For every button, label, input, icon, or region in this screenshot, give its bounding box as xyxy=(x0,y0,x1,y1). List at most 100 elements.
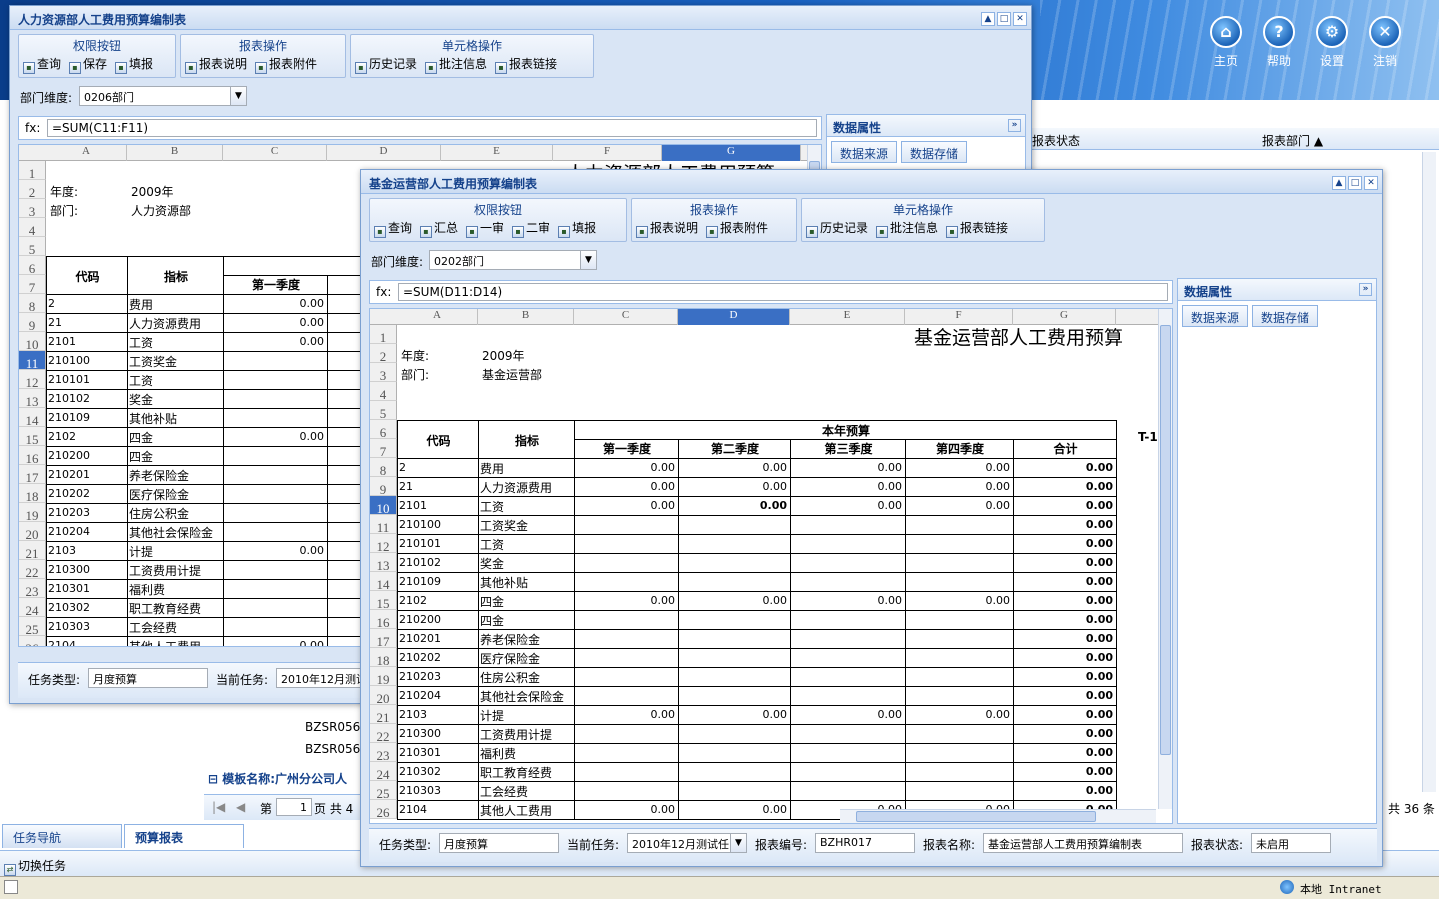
column-header[interactable]: A xyxy=(397,309,478,325)
report-name-field[interactable]: 基金运营部人工费用预算编制表 xyxy=(983,833,1183,853)
row-header[interactable]: 17 xyxy=(19,465,46,485)
row-q1-value[interactable]: 0.00 xyxy=(223,297,327,310)
maximize-icon[interactable]: □ xyxy=(997,12,1011,26)
prev-page-icon[interactable]: ◀ xyxy=(236,800,245,814)
row-total-value[interactable]: 0.00 xyxy=(1013,461,1116,474)
row-header[interactable]: 17 xyxy=(370,629,397,649)
row-total-value[interactable]: 0.00 xyxy=(1013,480,1116,493)
column-header[interactable]: E xyxy=(790,309,905,325)
row-total-value[interactable]: 0.00 xyxy=(1013,537,1116,550)
minimize-icon[interactable]: ▲ xyxy=(981,12,995,26)
toolbar-button[interactable]: ▪ 汇总 xyxy=(420,219,458,238)
background-list-scrollbar[interactable] xyxy=(1422,152,1436,792)
row-header[interactable]: 25 xyxy=(19,617,46,637)
toolbar-button[interactable]: ▪ 报表链接 xyxy=(946,219,1008,238)
row-header[interactable]: 18 xyxy=(370,648,397,668)
row-header[interactable]: 19 xyxy=(19,503,46,523)
row-quarter-value[interactable]: 0.00 xyxy=(678,480,790,493)
row-quarter-value[interactable]: 0.00 xyxy=(790,461,905,474)
row-header[interactable]: 22 xyxy=(19,560,46,580)
row-quarter-value[interactable]: 0.00 xyxy=(574,594,678,607)
row-total-value[interactable]: 0.00 xyxy=(1013,708,1116,721)
row-header[interactable]: 8 xyxy=(19,294,46,314)
tab-budget-report[interactable]: 预算报表 xyxy=(124,824,244,848)
row-header[interactable]: 8 xyxy=(370,458,397,478)
row-header[interactable]: 11 xyxy=(19,351,46,371)
row-header[interactable]: 14 xyxy=(370,572,397,592)
row-total-value[interactable]: 0.00 xyxy=(1013,518,1116,531)
column-header[interactable]: A xyxy=(46,145,127,161)
close-icon[interactable]: ✕ xyxy=(1013,12,1027,26)
row-header[interactable]: 13 xyxy=(370,553,397,573)
scrollbar-thumb[interactable] xyxy=(856,811,1096,822)
collapse-icon[interactable]: » xyxy=(1359,283,1372,296)
row-total-value[interactable]: 0.00 xyxy=(1013,784,1116,797)
row-header[interactable]: 12 xyxy=(370,534,397,554)
row-header[interactable]: 18 xyxy=(19,484,46,504)
row-header[interactable]: 19 xyxy=(370,667,397,687)
row-header[interactable]: 4 xyxy=(370,382,397,402)
dept-dimension-select[interactable]: 0206部门 ▼ xyxy=(79,86,247,106)
row-quarter-value[interactable]: 0.00 xyxy=(574,499,678,512)
maximize-icon[interactable]: □ xyxy=(1348,176,1362,190)
row-header[interactable]: 22 xyxy=(370,724,397,744)
scrollbar-thumb[interactable] xyxy=(1160,325,1171,755)
row-total-value[interactable]: 0.00 xyxy=(1013,632,1116,645)
row-header[interactable]: 9 xyxy=(19,313,46,333)
toolbar-button[interactable]: ▪ 查询 xyxy=(23,55,61,74)
row-total-value[interactable]: 0.00 xyxy=(1013,594,1116,607)
toolbar-button[interactable]: ▪ 填报 xyxy=(558,219,596,238)
chevron-down-icon[interactable]: ▼ xyxy=(580,251,596,269)
row-header[interactable]: 6 xyxy=(19,256,46,276)
tab-task-nav[interactable]: 任务导航 xyxy=(2,824,122,848)
row-header[interactable]: 2 xyxy=(19,180,46,200)
chevron-down-icon[interactable]: ▼ xyxy=(230,87,246,105)
row-total-value[interactable]: 0.00 xyxy=(1013,613,1116,626)
toolbar-button[interactable]: ▪ 批注信息 xyxy=(876,219,938,238)
task-type-field[interactable]: 月度预算 xyxy=(88,668,208,688)
row-header[interactable]: 9 xyxy=(370,477,397,497)
row-header[interactable]: 3 xyxy=(19,199,46,219)
row-quarter-value[interactable]: 0.00 xyxy=(678,499,790,512)
row-header[interactable]: 24 xyxy=(370,762,397,782)
row-header[interactable]: 26 xyxy=(370,800,397,820)
row-q1-value[interactable]: 0.00 xyxy=(223,335,327,348)
tab-data-source[interactable]: 数据来源 xyxy=(831,141,898,163)
row-q1-value[interactable]: 0.00 xyxy=(223,639,327,646)
template-group-header[interactable]: ⊟ 模板名称:广州分公司人 xyxy=(208,770,347,787)
row-total-value[interactable]: 0.00 xyxy=(1013,651,1116,664)
row-quarter-value[interactable]: 0.00 xyxy=(790,594,905,607)
row-header[interactable]: 5 xyxy=(19,237,46,257)
toolbar-button[interactable]: ▪ 查询 xyxy=(374,219,412,238)
row-total-value[interactable]: 0.00 xyxy=(1013,689,1116,702)
report-status-field[interactable]: 未启用 xyxy=(1251,833,1331,853)
row-header[interactable]: 5 xyxy=(370,401,397,421)
row-header[interactable]: 16 xyxy=(370,610,397,630)
row-header[interactable]: 14 xyxy=(19,408,46,428)
row-quarter-value[interactable]: 0.00 xyxy=(790,708,905,721)
tab-data-source[interactable]: 数据来源 xyxy=(1182,305,1249,327)
col-report-dept[interactable]: 报表部门 ▲ xyxy=(1262,132,1323,149)
toolbar-button[interactable]: ▪ 历史记录 xyxy=(806,219,868,238)
row-header[interactable]: 26 xyxy=(19,636,46,646)
spreadsheet[interactable]: A B C D E F G 1 2 3 4 5 6 7 8 9 10 11 12 13 14 15 16 17 18 19 20 21… xyxy=(369,308,1173,824)
row-total-value[interactable]: 0.00 xyxy=(1013,727,1116,740)
row-quarter-value[interactable]: 0.00 xyxy=(905,480,1013,493)
toolbar-button[interactable]: ▪ 报表附件 xyxy=(706,219,768,238)
nav-button-help[interactable]: ? 帮助 xyxy=(1255,16,1303,69)
first-page-icon[interactable]: |◀ xyxy=(212,800,225,814)
close-icon[interactable]: ✕ xyxy=(1364,176,1378,190)
row-header[interactable]: 16 xyxy=(19,446,46,466)
row-header[interactable]: 20 xyxy=(19,522,46,542)
page-number-input[interactable]: 1 xyxy=(276,798,312,816)
row-quarter-value[interactable]: 0.00 xyxy=(574,461,678,474)
row-header[interactable]: 23 xyxy=(19,579,46,599)
row-header[interactable]: 10 xyxy=(19,332,46,352)
row-quarter-value[interactable]: 0.00 xyxy=(905,499,1013,512)
horizontal-scrollbar[interactable] xyxy=(840,809,1156,823)
row-header[interactable]: 1 xyxy=(370,325,397,345)
nav-button-home[interactable]: ⌂ 主页 xyxy=(1202,16,1250,69)
row-total-value[interactable]: 0.00 xyxy=(1013,765,1116,778)
row-quarter-value[interactable]: 0.00 xyxy=(574,803,678,816)
row-header[interactable]: 21 xyxy=(19,541,46,561)
